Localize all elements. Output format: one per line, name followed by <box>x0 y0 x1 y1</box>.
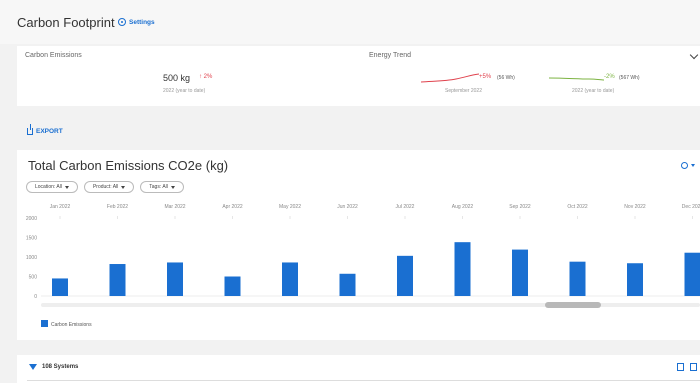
emissions-title: Carbon Emissions <box>25 52 82 59</box>
export-icon[interactable] <box>690 363 697 371</box>
x-tick-label: Jan 2022 <box>50 204 71 210</box>
legend-label: Carbon Emissions <box>51 322 92 328</box>
systems-title: 108 Systems <box>42 364 79 370</box>
month-change: +5% <box>479 74 492 80</box>
chart-scroll-track <box>41 303 700 307</box>
page-header: Carbon Footprint Settings <box>0 0 700 44</box>
bar <box>512 249 528 296</box>
settings-label: Settings <box>129 18 155 26</box>
emissions-change: ↑ 2% <box>199 74 213 80</box>
emissions-bar-chart: 2000 1500 1000 500 0 Jan 2022 Feb 2022 Mar 2022… <box>26 204 700 328</box>
x-tick-label: Nov 2022 <box>624 204 646 210</box>
systems-card: 108 Systems <box>17 355 700 383</box>
x-tick-label: Feb 2022 <box>107 204 128 210</box>
bar <box>339 273 356 296</box>
bar <box>109 264 126 296</box>
x-tick-label: Oct 2022 <box>567 204 588 210</box>
chart-scroll-thumb <box>545 302 601 308</box>
y-tick-label: 500 <box>29 275 38 281</box>
gear-icon <box>118 18 126 26</box>
year-change: -2% <box>604 74 615 80</box>
emissions-value: 500 kg <box>163 73 191 83</box>
month-label: September 2022 <box>445 88 482 94</box>
bar <box>627 263 643 296</box>
columns-icon[interactable] <box>677 363 684 371</box>
month-unit: (56 Wh) <box>497 75 515 81</box>
bar <box>569 261 586 296</box>
settings-link[interactable]: Settings <box>118 18 155 26</box>
x-tick-label: Mar 2022 <box>164 204 185 210</box>
emissions-chart-card: Total Carbon Emissions CO2e (kg) Locatio… <box>17 150 700 340</box>
bar <box>52 278 68 296</box>
y-tick-label: 0 <box>34 294 37 300</box>
y-tick-label: 2000 <box>26 216 37 222</box>
export-icon <box>27 124 33 135</box>
y-tick-label: 1500 <box>26 236 37 242</box>
year-sparkline <box>549 77 604 81</box>
bar <box>282 262 298 296</box>
divider <box>27 380 700 381</box>
filter-icon[interactable] <box>29 364 37 370</box>
bar <box>454 242 471 296</box>
summary-card: Carbon Emissions 500 kg ↑ 2% 2022 (year … <box>17 46 700 106</box>
x-tick-label: May 2022 <box>279 204 301 210</box>
legend-swatch <box>41 320 48 327</box>
bar <box>167 262 183 296</box>
systems-header: 108 Systems <box>29 364 78 370</box>
x-tick-label: Dec 2022 <box>682 204 700 210</box>
x-tick-label: Jun 2022 <box>337 204 358 210</box>
export-button[interactable]: EXPORT <box>27 124 63 135</box>
x-tick-label: Sep 2022 <box>509 204 531 210</box>
year-label: 2022 (year to date) <box>572 88 615 94</box>
month-sparkline <box>421 73 479 83</box>
x-tick-label: Jul 2022 <box>396 204 415 210</box>
chevron-down-icon[interactable] <box>689 50 699 60</box>
bar <box>684 252 700 296</box>
energy-title: Energy Trend <box>369 52 412 59</box>
export-label: EXPORT <box>36 128 63 135</box>
bar <box>224 276 241 296</box>
page-title: Carbon Footprint <box>17 15 115 30</box>
x-tick-label: Apr 2022 <box>222 204 243 210</box>
year-unit: (567 Wh) <box>619 75 640 81</box>
emissions-sub: 2022 (year to date) <box>163 88 206 94</box>
bar <box>397 255 413 296</box>
y-tick-label: 1000 <box>26 255 37 261</box>
x-tick-label: Aug 2022 <box>452 204 474 210</box>
